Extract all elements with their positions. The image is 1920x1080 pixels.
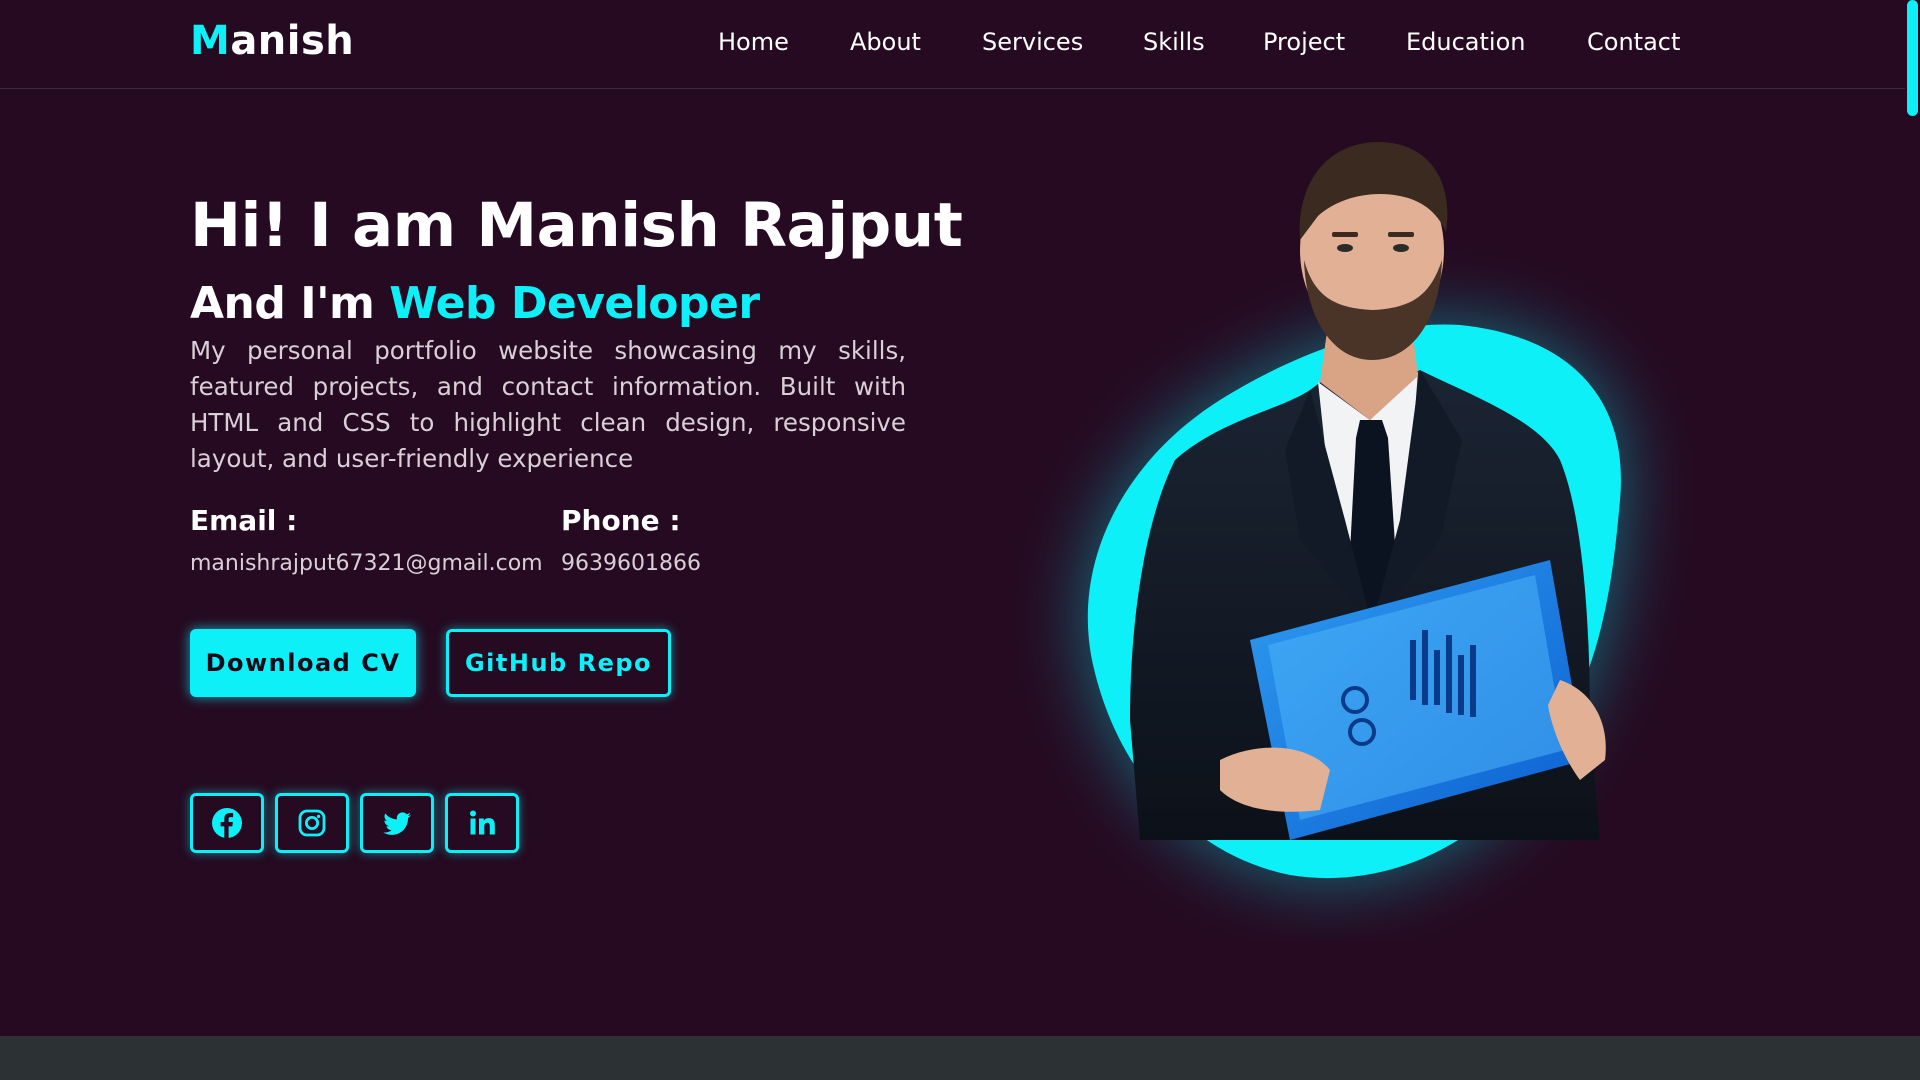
subheadline-prefix: And I'm xyxy=(190,278,390,329)
phone-label: Phone : xyxy=(561,504,681,537)
nav-about[interactable]: About xyxy=(850,28,921,56)
email-value: manishrajput67321@gmail.com xyxy=(190,551,543,576)
download-cv-button[interactable]: Download CV xyxy=(190,629,416,697)
linkedin-link[interactable] xyxy=(445,793,519,853)
page: Manish Home About Services Skills Projec… xyxy=(0,0,1905,1036)
instagram-icon xyxy=(298,809,326,837)
hero-headline: Hi! I am Manish Rajput xyxy=(190,190,963,261)
role-text: Web Developer xyxy=(389,278,760,329)
email-label: Email : xyxy=(190,504,298,537)
nav-home[interactable]: Home xyxy=(718,28,789,56)
nav-project[interactable]: Project xyxy=(1263,28,1345,56)
profile-illustration xyxy=(1087,142,1621,879)
facebook-link[interactable] xyxy=(190,793,264,853)
facebook-icon xyxy=(212,808,242,838)
twitter-link[interactable] xyxy=(360,793,434,853)
hero-subheadline: And I'm Web Developer xyxy=(190,278,760,329)
twitter-icon xyxy=(383,812,411,835)
nav-education[interactable]: Education xyxy=(1406,28,1525,56)
linkedin-icon xyxy=(470,810,495,835)
instagram-link[interactable] xyxy=(275,793,349,853)
nav-contact[interactable]: Contact xyxy=(1587,28,1680,56)
scrollbar-thumb[interactable] xyxy=(1907,0,1918,116)
site-header: Manish Home About Services Skills Projec… xyxy=(0,0,1905,89)
nav-skills[interactable]: Skills xyxy=(1143,28,1205,56)
scrollbar-track[interactable] xyxy=(1905,0,1920,1036)
main-nav: Home About Services Skills Project Educa… xyxy=(0,28,1905,62)
hero-description: My personal portfolio website showcasing… xyxy=(190,336,906,473)
github-repo-button[interactable]: GitHub Repo xyxy=(446,629,671,697)
phone-value: 9639601866 xyxy=(561,551,701,576)
nav-services[interactable]: Services xyxy=(982,28,1083,56)
